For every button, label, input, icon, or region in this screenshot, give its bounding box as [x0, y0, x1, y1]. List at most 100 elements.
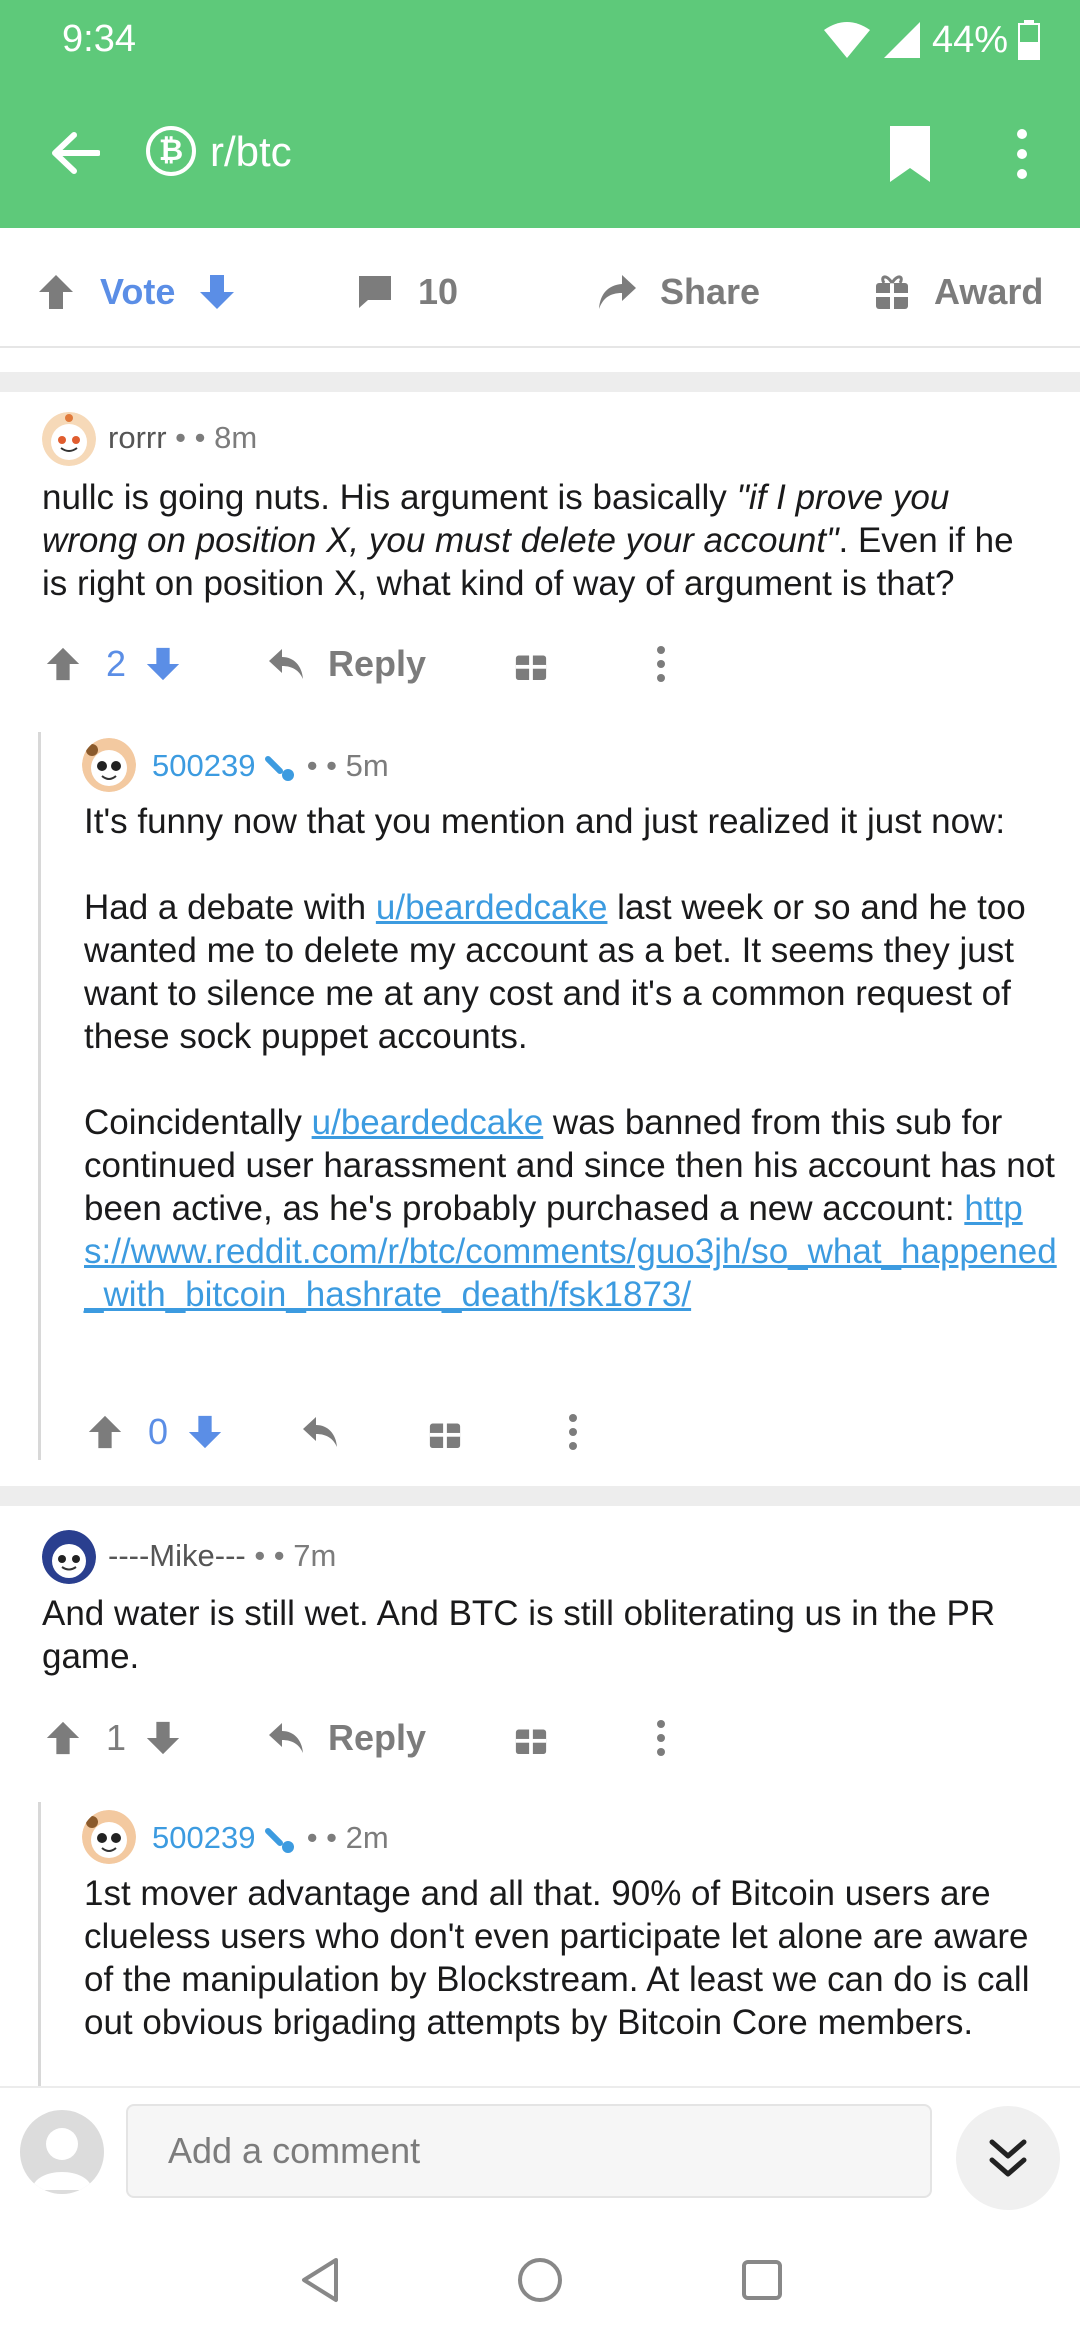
nav-back-button[interactable]	[292, 2252, 348, 2308]
comment: rorrr • • 8m nullc is going nuts. His ar…	[0, 392, 1080, 1482]
toolbar: ₿ r/btc	[0, 100, 1080, 206]
snoo-avatar-icon	[42, 412, 96, 466]
gift-icon[interactable]	[428, 1414, 462, 1450]
scroll-next-button[interactable]	[956, 2106, 1060, 2210]
post-vote-group: Vote	[36, 264, 237, 320]
mod-wrench-icon	[265, 755, 295, 781]
circle-home-icon	[518, 2258, 562, 2302]
comment-author[interactable]: 500239	[152, 1820, 255, 1855]
comment-actions: 0	[86, 1402, 578, 1462]
comment-time: 2m	[345, 1820, 389, 1855]
comment: ----Mike--- • • 7m And water is still we…	[0, 1506, 1080, 2086]
status-icons: 44%	[822, 16, 1040, 64]
post-action-bar: Vote 10 Share Award	[0, 236, 1080, 348]
award-label: Award	[934, 271, 1044, 312]
subreddit-name[interactable]: r/btc	[210, 126, 292, 178]
comment-author[interactable]: ----Mike---	[108, 1538, 246, 1573]
snoo-avatar-icon	[42, 1530, 96, 1584]
back-button[interactable]	[44, 122, 106, 184]
award-button[interactable]: Award	[874, 264, 1043, 320]
thread-line	[38, 732, 41, 1460]
signal-icon	[883, 22, 920, 58]
downvote-icon[interactable]	[144, 645, 182, 683]
user-avatar[interactable]	[20, 2110, 104, 2194]
reply-button[interactable]: Reply	[328, 643, 426, 685]
status-bar: 9:34 44%	[0, 0, 1080, 80]
nav-recents-button[interactable]	[734, 2252, 790, 2308]
comment-time: 5m	[345, 748, 389, 783]
comment-body: And water is still wet. And BTC is still…	[42, 1594, 996, 1676]
score: 2	[106, 643, 127, 684]
share-label: Share	[660, 271, 761, 312]
thread-line	[38, 1802, 41, 2086]
gift-icon[interactable]	[514, 646, 548, 682]
comment-body: 1st mover advantage and all that. 90% of…	[84, 1874, 1030, 2042]
user-link[interactable]: u/beardedcake	[376, 888, 608, 927]
score: 1	[106, 1717, 127, 1758]
share-button[interactable]: Share	[596, 264, 760, 320]
more-vertical-icon[interactable]	[568, 1414, 578, 1450]
gift-icon[interactable]	[514, 1720, 548, 1756]
comment-meta: rorrr • • 8m	[108, 420, 258, 455]
share-icon	[599, 275, 636, 309]
avatar[interactable]	[82, 1810, 136, 1864]
comment-meta: 500239 • • 2m	[152, 1820, 389, 1855]
back-arrow-icon	[52, 132, 100, 174]
battery-icon	[1018, 20, 1040, 60]
subreddit-icon: ₿	[146, 126, 196, 176]
upvote-icon[interactable]	[86, 1413, 124, 1451]
nav-home-button[interactable]	[512, 2252, 568, 2308]
app-header: 9:34 44% ₿ r/btc	[0, 0, 1080, 228]
snoo-avatar-icon	[82, 1810, 136, 1864]
comment-author[interactable]: rorrr	[108, 420, 167, 455]
triangle-back-icon	[302, 2258, 338, 2302]
comment-body: It's funny now that you mention and just…	[84, 802, 1057, 1314]
comment-actions: 2 Reply	[44, 634, 666, 694]
comment-time: 8m	[214, 420, 258, 455]
comment-meta: 500239 • • 5m	[152, 748, 389, 783]
comments-count-button[interactable]: 10	[356, 264, 458, 320]
gift-icon	[876, 275, 908, 309]
bookmark-icon	[890, 126, 930, 182]
downvote-icon[interactable]	[144, 1719, 182, 1757]
score: 0	[148, 1411, 169, 1452]
section-divider	[0, 372, 1080, 392]
avatar[interactable]	[42, 1530, 96, 1584]
comments-count: 10	[418, 271, 459, 312]
square-recents-icon	[742, 2260, 782, 2300]
avatar[interactable]	[82, 738, 136, 792]
vote-label: Vote	[100, 271, 176, 312]
section-divider	[0, 1486, 1080, 1506]
reply-icon[interactable]	[266, 1720, 306, 1756]
more-vertical-icon[interactable]	[656, 646, 666, 682]
more-vertical-icon[interactable]	[656, 1720, 666, 1756]
upvote-icon[interactable]	[44, 1719, 82, 1757]
wifi-icon	[823, 22, 870, 58]
comment-time: 7m	[293, 1538, 337, 1573]
upvote-icon[interactable]	[44, 645, 82, 683]
reply-icon[interactable]	[266, 646, 306, 682]
comment-composer: Add a comment	[0, 2086, 1080, 2218]
system-nav-bar	[0, 2216, 1080, 2340]
user-icon	[32, 2128, 92, 2190]
user-link[interactable]: u/beardedcake	[312, 1103, 544, 1142]
comment-meta: ----Mike--- • • 7m	[108, 1538, 337, 1573]
comment-actions: 1 Reply	[44, 1708, 666, 1768]
downvote-icon[interactable]	[197, 272, 237, 312]
status-time: 9:34	[62, 18, 136, 60]
comment-body: nullc is going nuts. His argument is bas…	[42, 478, 1014, 603]
reply-button[interactable]: Reply	[328, 1717, 426, 1759]
snoo-avatar-icon	[82, 738, 136, 792]
double-chevron-down-icon	[989, 2139, 1027, 2177]
reply-icon[interactable]	[300, 1414, 340, 1450]
comment-author[interactable]: 500239	[152, 748, 255, 783]
downvote-icon[interactable]	[186, 1413, 224, 1451]
comment-icon	[359, 276, 391, 308]
overflow-menu-button[interactable]	[1004, 124, 1040, 184]
upvote-icon[interactable]	[36, 272, 76, 312]
avatar[interactable]	[42, 412, 96, 466]
battery-percent: 44%	[931, 18, 1008, 61]
bookmark-button[interactable]	[888, 124, 932, 184]
mod-wrench-icon	[265, 1827, 295, 1853]
comment-input[interactable]: Add a comment	[126, 2104, 932, 2198]
